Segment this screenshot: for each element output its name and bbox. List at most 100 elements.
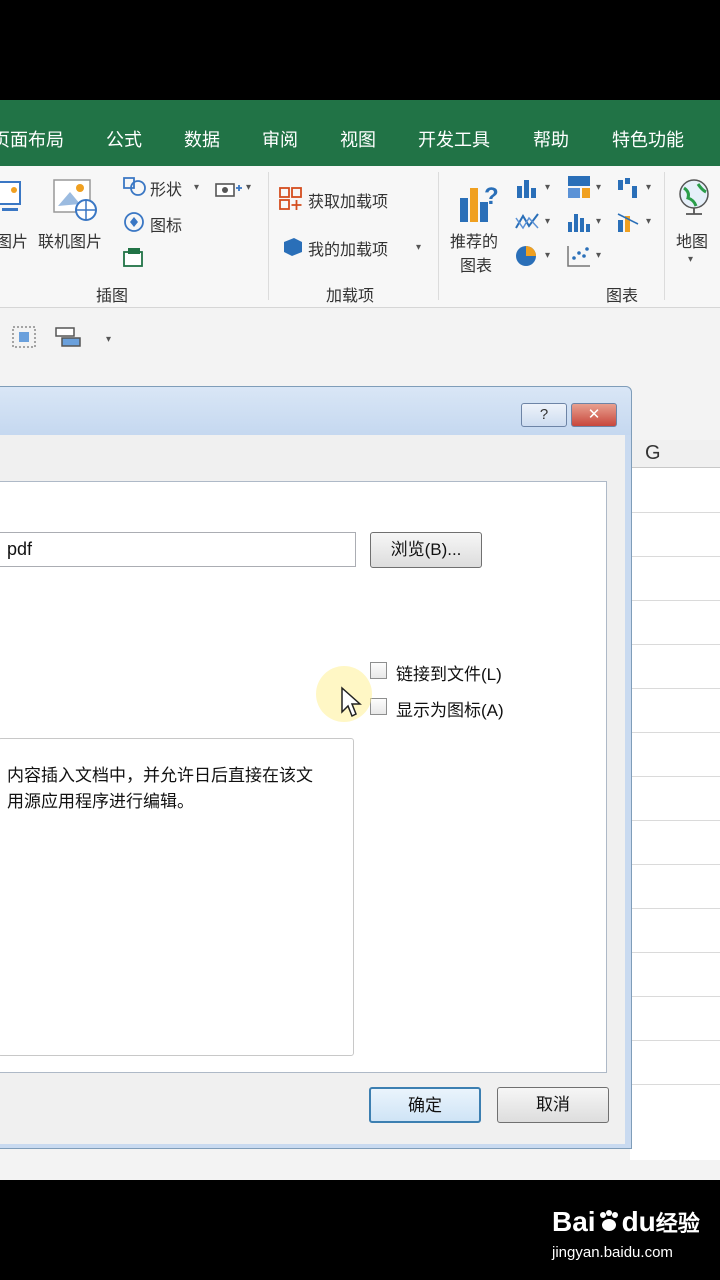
group-separator [438,172,439,300]
display-as-icon-label[interactable]: 显示为图标(A) [396,696,504,721]
picture-icon [0,181,21,211]
tab-special-features[interactable]: 特色功能 [612,126,684,152]
column-header-g[interactable]: G [630,440,720,468]
hierarchy-chart-icon[interactable] [566,174,592,205]
pie-chart-dropdown-icon[interactable]: ▾ [545,250,550,261]
row-gridline [630,996,720,997]
group-addins-label: 加载项 [326,288,375,305]
close-icon: ✕ [587,406,601,423]
scatter-chart-icon[interactable] [566,244,592,273]
row-gridline [630,688,720,689]
pie-chart-icon[interactable] [514,244,540,273]
result-description: 内容插入文档中，并允许日后直接在该文 用源应用程序进行编辑。 [7,763,347,815]
svg-text:?: ? [484,183,499,210]
shapes-icon[interactable] [120,174,148,203]
screenshot-icon[interactable] [214,178,242,205]
shapes-dropdown-icon[interactable]: ▾ [194,182,199,193]
cancel-button[interactable]: 取消 [497,1087,609,1123]
ok-button-label: 确定 [408,1096,442,1115]
waterfall-chart-dropdown-icon[interactable]: ▾ [646,182,651,193]
recommended-charts-label-line1[interactable]: 推荐的 [450,228,498,252]
tab-page-layout[interactable]: 页面布局 [0,126,64,152]
shapes-label[interactable]: 形状 [150,176,182,200]
recommended-charts-icon[interactable]: ? [456,180,504,231]
ribbon-tab-bar: 页面布局 公式 数据 审阅 视图 开发工具 帮助 特色功能 [0,100,720,166]
statistic-chart-icon[interactable] [566,210,592,239]
maps-dropdown-icon[interactable]: ▾ [688,254,693,265]
row-gridline [630,820,720,821]
statistic-chart-dropdown-icon[interactable]: ▾ [596,216,601,227]
line-chart-icon[interactable] [514,210,540,239]
row-gridline [630,644,720,645]
waterfall-chart-icon[interactable] [616,176,642,205]
ok-button[interactable]: 确定 [369,1087,481,1123]
row-gridline [630,600,720,601]
row-gridline [630,908,720,909]
column-header-label: G [645,442,661,464]
watermark-url: jingyan.baidu.com [552,1244,673,1261]
row-gridline [630,556,720,557]
hierarchy-chart-dropdown-icon[interactable]: ▾ [596,182,601,193]
baidu-jingyan-watermark: Bai du经验 jingyan.baidu.com [552,1204,712,1268]
pictures-button[interactable] [0,178,28,227]
quick-access-toolbar: ▾ [0,308,720,368]
online-pictures-label: 联机图片 [38,234,103,251]
tab-formulas[interactable]: 公式 [106,126,142,152]
customize-toolbar-dropdown-icon[interactable]: ▾ [106,334,111,345]
watermark-brand-left: Bai [552,1206,596,1237]
mouse-cursor-icon [340,686,362,725]
paw-icon [596,1208,622,1232]
get-addins-icon [278,186,304,217]
dialog-title-bar[interactable]: ? ✕ [0,387,631,435]
scatter-chart-dropdown-icon[interactable]: ▾ [596,250,601,261]
file-name-value: pdf [7,539,33,559]
get-addins-button[interactable]: 获取加载项 [308,188,388,212]
result-description-box: 内容插入文档中，并允许日后直接在该文 用源应用程序进行编辑。 [0,738,354,1056]
online-picture-icon [53,179,97,221]
combo-chart-dropdown-icon[interactable]: ▾ [646,216,651,227]
browse-button[interactable]: 浏览(B)... [370,532,482,568]
result-line-1: 内容插入文档中，并允许日后直接在该文 [7,766,313,785]
select-objects-icon[interactable] [10,324,38,355]
help-button[interactable]: ? [521,403,567,427]
group-separator [268,172,269,300]
tab-help[interactable]: 帮助 [533,126,569,152]
icons-icon[interactable] [120,210,148,239]
screenshot-dropdown-icon[interactable]: ▾ [246,182,251,193]
row-gridline [630,732,720,733]
maps-label[interactable]: 地图 [676,228,708,252]
group-separator [664,172,665,300]
worksheet-grid: G [630,440,720,1160]
link-to-file-label[interactable]: 链接到文件(L) [396,660,502,685]
link-to-file-checkbox[interactable] [370,662,387,679]
file-name-input[interactable]: pdf [0,532,356,567]
dialog-body: pdf 浏览(B)... 链接到文件(L) 显示为图标(A) 内容插入文档中，并… [0,435,625,1144]
group-charts-label: 图表 [606,288,639,305]
my-addins-button[interactable]: 我的加载项 [308,236,388,260]
ribbon: 图片 联机图片 形状 ▾ 图标 ▾ 插图 获取加载项 我的加载项 ▾ 加载项 ?… [0,166,720,308]
icons-label[interactable]: 图标 [150,212,182,236]
group-illustrations-label: 插图 [96,288,129,305]
globe-icon[interactable] [676,178,716,225]
online-pictures-button[interactable] [52,176,100,229]
display-as-icon-checkbox[interactable] [370,698,387,715]
combo-chart-icon[interactable] [616,210,642,239]
result-line-2: 用源应用程序进行编辑。 [7,792,194,811]
insert-object-dialog: ? ✕ pdf 浏览(B)... 链接到文件(L) 显示为图标(A) 内容插入文… [0,386,632,1149]
row-gridline [630,952,720,953]
tab-view[interactable]: 视图 [340,126,376,152]
row-gridline [630,512,720,513]
tab-data[interactable]: 数据 [184,126,220,152]
3d-models-icon[interactable] [120,246,148,275]
tab-review[interactable]: 审阅 [262,126,298,152]
close-button[interactable]: ✕ [571,403,617,427]
row-gridline [630,864,720,865]
tab-developer[interactable]: 开发工具 [418,126,490,152]
group-objects-icon[interactable] [54,324,82,355]
my-addins-dropdown-icon[interactable]: ▾ [416,242,421,253]
column-chart-dropdown-icon[interactable]: ▾ [545,182,550,193]
row-gridline [630,1040,720,1041]
recommended-charts-label-line2[interactable]: 图表 [460,252,492,276]
line-chart-dropdown-icon[interactable]: ▾ [545,216,550,227]
column-chart-icon[interactable] [514,176,540,205]
